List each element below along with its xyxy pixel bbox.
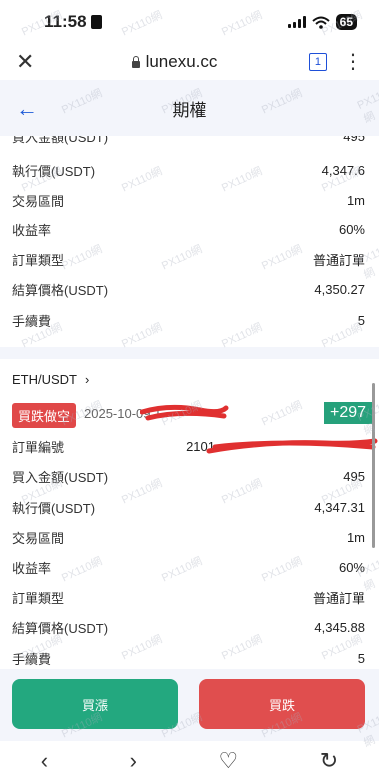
row-label: 收益率	[12, 222, 52, 238]
order1-row: 交易區間 1m	[12, 185, 365, 215]
order-date: 2025-10-09 1	[84, 406, 162, 421]
row-label: 訂單編號	[12, 439, 65, 455]
row-value: 60%	[338, 221, 365, 237]
row-label: 結算價格(USDT)	[12, 620, 109, 636]
row-label: 訂單類型	[12, 252, 65, 268]
buy-up-button[interactable]: 買漲	[12, 679, 178, 729]
row-label: 交易區間	[12, 530, 65, 546]
pnl-badge: +297	[324, 402, 373, 424]
row-value: 495	[343, 468, 365, 484]
row-value: 4,345.88	[314, 619, 365, 635]
row-label: 訂單類型	[12, 590, 65, 606]
id-card-icon	[90, 15, 102, 29]
row-label: 執行價(USDT)	[12, 163, 96, 179]
time-text: 11:58	[44, 12, 87, 31]
row-value: 1m	[346, 192, 365, 208]
pair-label: ETH/USDT	[12, 372, 77, 387]
chevron-right-icon: ›	[85, 372, 90, 387]
order2-row: 手續費 5	[12, 643, 365, 669]
order2-row: 結算價格(USDT) 4,345.88	[12, 612, 365, 642]
row-label: 買入金額(USDT)	[12, 469, 109, 485]
row-value: 4,347.31	[314, 499, 365, 515]
scrollbar[interactable]	[372, 383, 375, 548]
section-divider	[0, 347, 379, 359]
order1-row: 收益率 60%	[12, 214, 365, 244]
heart-icon[interactable]: ♡	[218, 748, 238, 774]
row-label: 手續費	[12, 313, 52, 329]
close-icon[interactable]: ✕	[16, 49, 40, 75]
order1-row: 訂單類型 普通訂單	[12, 244, 365, 274]
order2-row: 執行價(USDT) 4,347.31	[12, 492, 365, 522]
order2-row: 買入金額(USDT) 495	[12, 461, 365, 491]
row-value: 4,347.6	[321, 162, 365, 178]
browser-toolbar: ✕ lunexu.cc 1 ⋮	[0, 44, 379, 80]
row-label: 手續費	[12, 651, 52, 667]
battery-icon: 65	[335, 14, 357, 30]
lock-icon	[131, 55, 140, 68]
tab-count-button[interactable]: 1	[308, 53, 327, 71]
chevron-left-icon[interactable]: ‹	[41, 748, 48, 774]
row-value: 5	[357, 312, 365, 328]
order-list[interactable]: 買入金額(USDT) 495 執行價(USDT) 4,347.6 交易區間 1m…	[0, 136, 379, 669]
row-value: 495	[343, 136, 365, 144]
row-value: 4,350.27	[314, 281, 365, 297]
order2-row: 訂單類型 普通訂單	[12, 582, 365, 612]
row-label: 交易區間	[12, 193, 65, 209]
chevron-right-icon[interactable]: ›	[130, 748, 137, 774]
buy-down-button[interactable]: 買跌	[199, 679, 365, 729]
row-label: 執行價(USDT)	[12, 500, 96, 516]
row-value: 普通訂單	[312, 590, 365, 606]
page-header: ← 期權	[0, 80, 379, 136]
status-time: 11:58	[44, 12, 102, 32]
arrow-left-icon[interactable]: ←	[16, 96, 38, 122]
status-bar: 11:58 65	[0, 0, 379, 44]
status-icons: 65	[287, 14, 357, 30]
row-label: 結算價格(USDT)	[12, 282, 109, 298]
order1-row: 結算價格(USDT) 4,350.27	[12, 274, 365, 304]
wifi-icon	[311, 16, 330, 29]
order2-row-order-no: 訂單編號 2101	[12, 431, 365, 461]
order1-row: 執行價(USDT) 4,347.6	[12, 155, 365, 185]
order1-row: 手續費 5	[12, 305, 365, 335]
address-bar[interactable]: lunexu.cc	[131, 52, 218, 72]
reload-icon[interactable]: ↻	[320, 748, 338, 774]
order1-row-partial: 買入金額(USDT) 495	[12, 136, 365, 151]
row-value: 60%	[338, 559, 365, 575]
row-value: 2101	[186, 438, 215, 454]
browser-nav-bar: ‹ › ♡ ↻	[0, 741, 379, 781]
more-menu-icon[interactable]: ⋮	[343, 52, 363, 72]
row-value: 5	[357, 650, 365, 666]
page-title: 期權	[172, 100, 207, 120]
pair-link[interactable]: ETH/USDT ›	[12, 372, 89, 387]
side-badge: 買跌做空	[12, 403, 77, 428]
url-text: lunexu.cc	[145, 52, 218, 71]
row-value: 1m	[346, 529, 365, 545]
order2-row: 交易區間 1m	[12, 522, 365, 552]
row-label: 買入金額(USDT)	[12, 136, 109, 145]
order2-row: 收益率 60%	[12, 552, 365, 582]
row-label: 收益率	[12, 560, 52, 576]
signal-icon	[287, 16, 306, 28]
row-value: 普通訂單	[312, 252, 365, 268]
